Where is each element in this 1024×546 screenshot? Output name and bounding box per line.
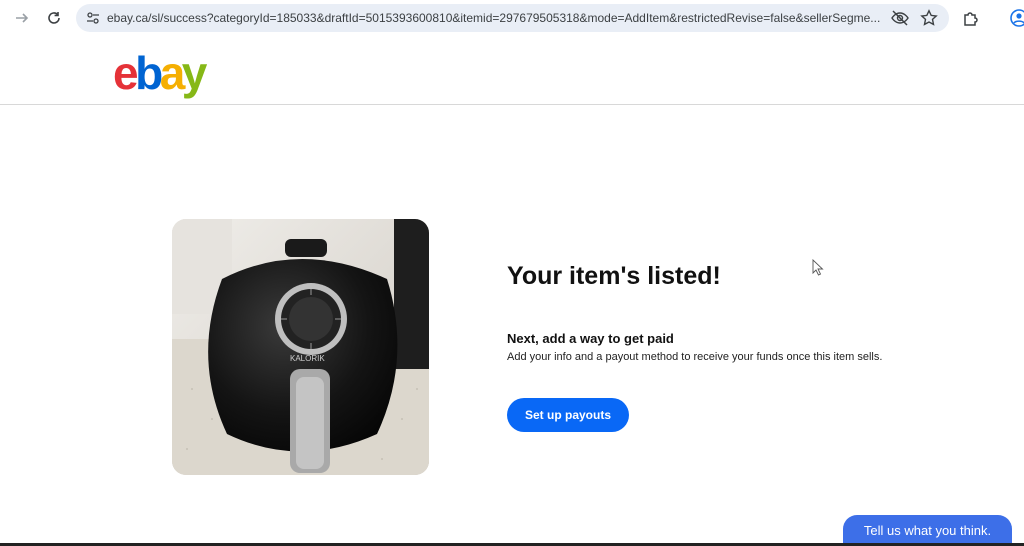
browser-toolbar: ebay.ca/sl/success?categoryId=185033&dra…: [0, 0, 1024, 36]
mouse-cursor-icon: [812, 259, 824, 276]
payout-description: Add your info and a payout method to rec…: [507, 351, 883, 363]
set-up-payouts-button[interactable]: Set up payouts: [507, 398, 629, 432]
payout-subheading: Next, add a way to get paid: [507, 331, 674, 346]
feedback-button[interactable]: Tell us what you think.: [843, 515, 1012, 546]
address-bar[interactable]: ebay.ca/sl/success?categoryId=185033&dra…: [76, 4, 949, 32]
logo-letter-b: b: [135, 47, 163, 99]
logo-letter-y: y: [181, 47, 208, 99]
site-header: ebay: [0, 36, 1024, 105]
photo-brand-text: KALORIK: [290, 354, 325, 363]
ebay-logo[interactable]: ebay: [113, 47, 208, 99]
site-settings-icon[interactable]: [85, 10, 101, 26]
url-text[interactable]: ebay.ca/sl/success?categoryId=185033&dra…: [107, 11, 887, 25]
logo-letter-a: a: [159, 47, 186, 99]
profile-icon[interactable]: [1010, 9, 1024, 27]
logo-letter-e: e: [113, 47, 139, 99]
reload-icon[interactable]: [44, 8, 64, 28]
extensions-icon[interactable]: [962, 9, 980, 27]
star-icon[interactable]: [920, 9, 938, 27]
eye-slash-icon[interactable]: [891, 10, 909, 26]
item-photo: KALORIK: [172, 219, 429, 475]
forward-icon[interactable]: [12, 8, 32, 28]
page-title: Your item's listed!: [507, 262, 721, 290]
